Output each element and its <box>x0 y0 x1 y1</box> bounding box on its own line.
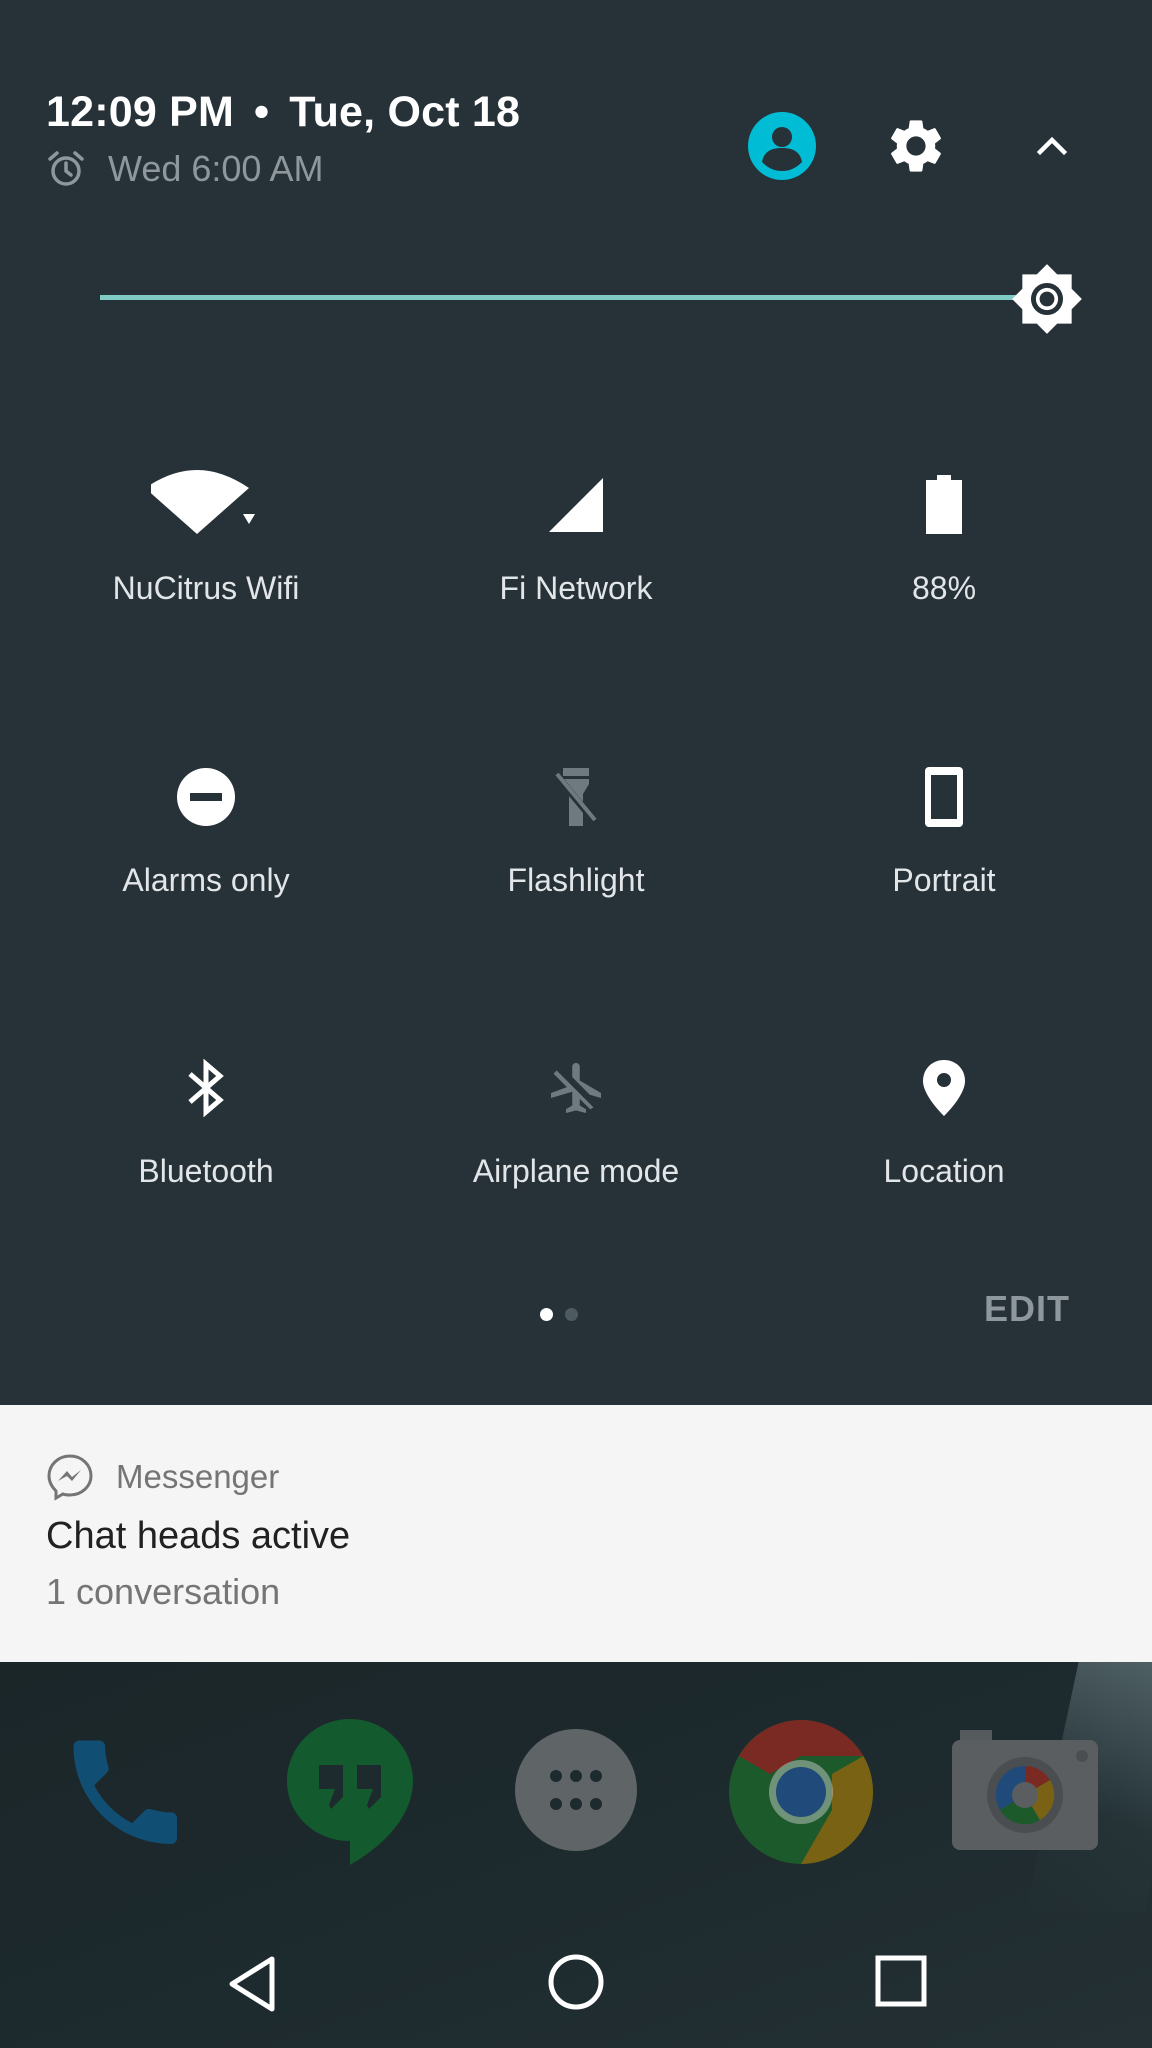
messenger-icon <box>47 1454 93 1501</box>
tile-label: 88% <box>911 570 977 606</box>
portrait-rotation-icon <box>925 767 963 827</box>
wifi-icon <box>151 470 255 534</box>
app-drawer-icon[interactable] <box>514 1728 638 1852</box>
location-pin-icon <box>923 1060 965 1116</box>
home-icon[interactable] <box>545 1951 607 2013</box>
date-text[interactable]: Tue, Oct 18 <box>289 88 520 136</box>
brightness-slider[interactable] <box>100 264 1090 334</box>
recents-icon[interactable] <box>873 1953 929 2009</box>
brightness-track[interactable] <box>100 295 1050 300</box>
bluetooth-icon <box>188 1058 224 1118</box>
chrome-app-icon[interactable] <box>728 1719 874 1865</box>
tile-label: Fi Network <box>499 570 653 606</box>
clock-time[interactable]: 12:09 PM <box>46 88 234 136</box>
notification-card[interactable]: Messenger Chat heads active 1 conversati… <box>0 1405 1152 1662</box>
alarm-time[interactable]: Wed 6:00 AM <box>108 148 323 190</box>
camera-app-icon[interactable] <box>950 1728 1100 1852</box>
tile-label: NuCitrus Wifi <box>112 570 300 606</box>
page-dot[interactable] <box>565 1308 578 1321</box>
tile-label: Portrait <box>892 862 996 898</box>
page-indicator[interactable] <box>540 1308 578 1321</box>
do-not-disturb-icon <box>177 768 235 826</box>
quick-settings-panel: 12:09 PM • Tue, Oct 18 Wed 6:00 AM NuCit… <box>0 0 1152 1405</box>
separator-dot: • <box>254 88 270 136</box>
next-alarm[interactable]: Wed 6:00 AM <box>46 148 323 190</box>
tile-rotation[interactable]: Portrait <box>794 752 1094 952</box>
tile-cellular[interactable]: Fi Network <box>426 460 726 660</box>
tile-label: Flashlight <box>507 862 645 898</box>
tile-wifi[interactable]: NuCitrus Wifi <box>56 460 356 660</box>
tile-battery[interactable]: 88% <box>794 460 1094 660</box>
tile-location[interactable]: Location <box>794 1043 1094 1243</box>
cell-signal-icon <box>549 478 603 532</box>
page-dot-active[interactable] <box>540 1308 553 1321</box>
notification-text: 1 conversation <box>46 1571 281 1612</box>
phone-app-icon[interactable] <box>50 1717 200 1867</box>
tile-bluetooth[interactable]: Bluetooth <box>56 1043 356 1243</box>
user-account-icon[interactable] <box>746 110 818 182</box>
tile-airplane[interactable]: Airplane mode <box>426 1043 726 1243</box>
notification-app-name: Messenger <box>116 1458 280 1495</box>
tile-label: Bluetooth <box>138 1153 274 1189</box>
tile-label: Alarms only <box>122 862 290 898</box>
clock-date[interactable]: 12:09 PM • Tue, Oct 18 <box>46 88 520 137</box>
notification-header: Messenger <box>46 1453 279 1501</box>
alarm-clock-icon <box>48 151 84 186</box>
brightness-thumb[interactable] <box>1010 264 1084 341</box>
flashlight-off-icon <box>554 768 598 826</box>
tile-do-not-disturb[interactable]: Alarms only <box>56 752 356 952</box>
notification-title: Chat heads active <box>46 1515 351 1557</box>
back-icon[interactable] <box>222 1953 284 2015</box>
home-screen-background <box>0 1662 1152 2048</box>
collapse-chevron-icon[interactable] <box>1030 124 1074 168</box>
tile-label: Location <box>883 1153 1005 1189</box>
edit-button[interactable]: EDIT <box>984 1288 1070 1330</box>
battery-icon <box>926 475 962 534</box>
hangouts-app-icon[interactable] <box>285 1717 415 1867</box>
tile-flashlight[interactable]: Flashlight <box>426 752 726 952</box>
airplane-off-icon <box>551 1063 601 1113</box>
brightness-icon <box>1012 264 1082 334</box>
settings-gear-icon[interactable] <box>884 114 948 178</box>
tile-label: Airplane mode <box>472 1153 680 1189</box>
